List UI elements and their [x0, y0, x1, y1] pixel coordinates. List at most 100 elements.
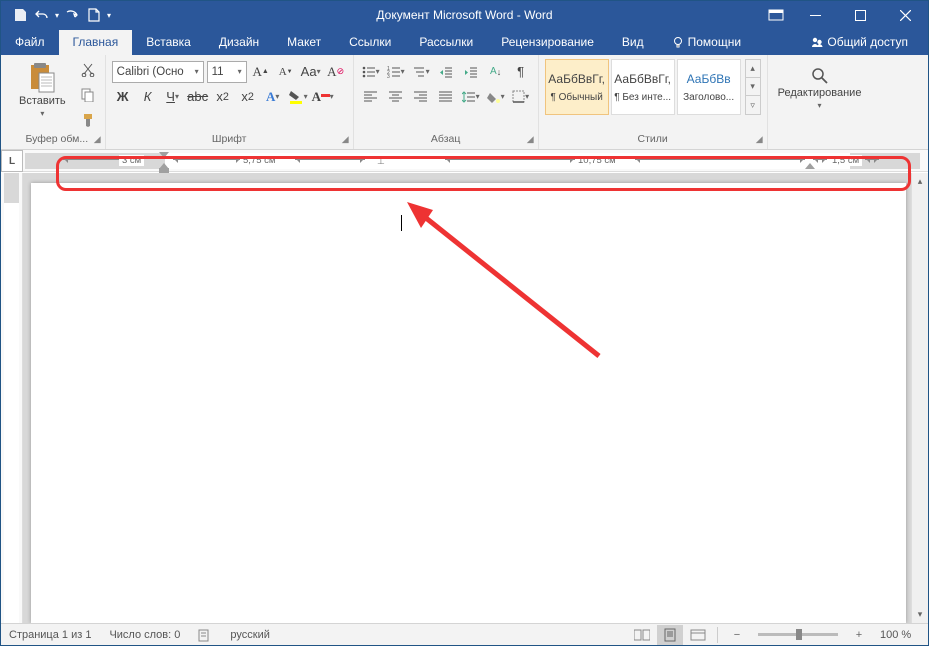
- ruler-area: L 3 см 5,75 см 10,75 см 1,5 см ⊥: [1, 150, 928, 172]
- style-no-spacing[interactable]: АаБбВвГг,¶ Без инте...: [611, 59, 675, 115]
- font-dialog-icon[interactable]: ◢: [342, 134, 349, 145]
- justify-button[interactable]: [435, 86, 457, 108]
- status-page[interactable]: Страница 1 из 1: [9, 629, 91, 641]
- tab-file[interactable]: Файл: [1, 30, 59, 55]
- strike-button[interactable]: abc: [187, 86, 209, 108]
- ribbon-tabs: Файл Главная Вставка Дизайн Макет Ссылки…: [1, 29, 928, 55]
- text-cursor: [401, 215, 402, 231]
- tab-view[interactable]: Вид: [608, 30, 658, 55]
- font-color-button[interactable]: A▾: [312, 86, 334, 108]
- line-spacing-button[interactable]: ▾: [460, 86, 482, 108]
- numbering-icon: 123: [387, 66, 401, 78]
- group-editing: Редактирование ▾: [768, 55, 872, 149]
- tab-layout[interactable]: Макет: [273, 30, 335, 55]
- group-paragraph: ▾ 123▾ ▾ A↓ ¶ ▾ ▾ ▾ Абзац◢: [354, 55, 539, 149]
- tab-tell-me[interactable]: Помощни: [658, 30, 755, 55]
- inc-indent-button[interactable]: [460, 61, 482, 83]
- status-language[interactable]: русский: [230, 629, 269, 641]
- tab-home[interactable]: Главная: [59, 30, 133, 55]
- tab-references[interactable]: Ссылки: [335, 30, 405, 55]
- editing-button[interactable]: Редактирование ▾: [774, 59, 866, 112]
- zoom-out-button[interactable]: −: [724, 625, 750, 645]
- font-name-combo[interactable]: Calibri (Осно▾: [112, 61, 204, 83]
- shading-button[interactable]: ▾: [485, 86, 507, 108]
- status-words[interactable]: Число слов: 0: [109, 629, 180, 641]
- share-icon: [811, 36, 823, 48]
- vertical-scrollbar[interactable]: ▴ ▾: [911, 173, 928, 623]
- style-heading1[interactable]: АаБбВвЗаголово...: [677, 59, 741, 115]
- ribbon-options-icon[interactable]: [758, 1, 793, 29]
- cut-icon: [81, 63, 95, 77]
- align-right-button[interactable]: [410, 86, 432, 108]
- format-painter-button[interactable]: [77, 109, 99, 131]
- underline-button[interactable]: Ч▾: [162, 86, 184, 108]
- horizontal-ruler[interactable]: 3 см 5,75 см 10,75 см 1,5 см ⊥: [25, 153, 920, 169]
- tab-share[interactable]: Общий доступ: [797, 30, 922, 55]
- scroll-down-icon[interactable]: ▾: [912, 606, 928, 623]
- subscript-button[interactable]: x2: [212, 86, 234, 108]
- sort-button[interactable]: A↓: [485, 61, 507, 83]
- right-indent-marker[interactable]: [805, 163, 815, 169]
- undo-icon[interactable]: [33, 6, 51, 24]
- highlight-button[interactable]: ▾: [287, 86, 309, 108]
- find-icon: [811, 67, 829, 85]
- redo-icon[interactable]: [63, 6, 81, 24]
- tab-design[interactable]: Дизайн: [205, 30, 273, 55]
- text-effects-button[interactable]: A▾: [262, 86, 284, 108]
- ruler-margin-left: 3 см: [119, 155, 144, 166]
- dec-indent-button[interactable]: [435, 61, 457, 83]
- maximize-icon[interactable]: [838, 1, 883, 29]
- vertical-ruler[interactable]: [1, 173, 23, 623]
- copy-button[interactable]: [77, 84, 99, 106]
- tab-mailings[interactable]: Рассылки: [405, 30, 487, 55]
- close-icon[interactable]: [883, 1, 928, 29]
- quick-access-toolbar: ▾ ▾: [1, 6, 111, 24]
- paragraph-dialog-icon[interactable]: ◢: [527, 134, 534, 145]
- minimize-icon[interactable]: [793, 1, 838, 29]
- bold-button[interactable]: Ж: [112, 86, 134, 108]
- zoom-level[interactable]: 100 %: [880, 629, 920, 641]
- grow-font-button[interactable]: A▲: [250, 61, 272, 83]
- view-read-button[interactable]: [629, 625, 655, 645]
- paste-button[interactable]: Вставить ▾: [15, 59, 70, 120]
- tab-insert[interactable]: Вставка: [132, 30, 205, 55]
- title-bar: ▾ ▾ Документ Microsoft Word - Word: [1, 1, 928, 29]
- new-doc-icon[interactable]: [85, 6, 103, 24]
- bullets-button[interactable]: ▾: [360, 61, 382, 83]
- numbering-button[interactable]: 123▾: [385, 61, 407, 83]
- font-size-combo[interactable]: 11▾: [207, 61, 247, 83]
- styles-down-icon[interactable]: ▾: [746, 78, 760, 96]
- zoom-in-button[interactable]: +: [846, 625, 872, 645]
- borders-icon: [512, 90, 525, 103]
- first-line-indent-marker[interactable]: [159, 152, 169, 158]
- scroll-up-icon[interactable]: ▴: [912, 173, 928, 190]
- change-case-button[interactable]: Aa▾: [300, 61, 322, 83]
- tab-review[interactable]: Рецензирование: [487, 30, 608, 55]
- borders-button[interactable]: ▾: [510, 86, 532, 108]
- save-icon[interactable]: [11, 6, 29, 24]
- line-spacing-icon: [462, 91, 476, 103]
- zoom-slider[interactable]: [758, 633, 838, 636]
- shrink-font-button[interactable]: A▼: [275, 61, 297, 83]
- styles-dialog-icon[interactable]: ◢: [756, 134, 763, 145]
- align-left-button[interactable]: [360, 86, 382, 108]
- cut-button[interactable]: [77, 59, 99, 81]
- styles-more-icon[interactable]: ▿: [746, 96, 760, 114]
- align-center-button[interactable]: [385, 86, 407, 108]
- show-marks-button[interactable]: ¶: [510, 61, 532, 83]
- view-print-button[interactable]: [657, 625, 683, 645]
- multilevel-icon: [412, 66, 426, 78]
- undo-dropdown-icon[interactable]: ▾: [55, 11, 59, 20]
- tab-selector[interactable]: L: [1, 150, 23, 172]
- clear-format-button[interactable]: A⊘: [325, 61, 347, 83]
- multilevel-button[interactable]: ▾: [410, 61, 432, 83]
- qat-dropdown-icon[interactable]: ▾: [107, 11, 111, 20]
- clipboard-dialog-icon[interactable]: ◢: [94, 134, 101, 145]
- style-normal[interactable]: АаБбВвГг,¶ Обычный: [545, 59, 609, 115]
- italic-button[interactable]: К: [137, 86, 159, 108]
- document-page[interactable]: [31, 183, 906, 623]
- status-proofing-icon[interactable]: [198, 628, 212, 642]
- superscript-button[interactable]: x2: [237, 86, 259, 108]
- view-web-button[interactable]: [685, 625, 711, 645]
- styles-up-icon[interactable]: ▴: [746, 60, 760, 78]
